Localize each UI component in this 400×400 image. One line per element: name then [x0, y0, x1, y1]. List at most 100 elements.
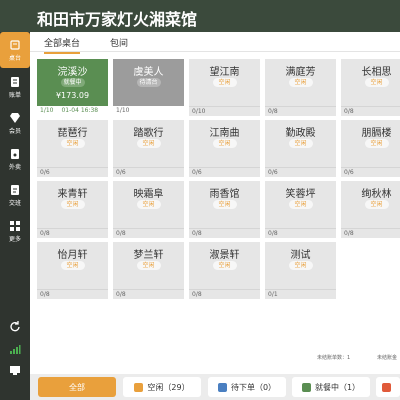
filter-button-4[interactable]	[376, 377, 400, 397]
table-footer: 0/8	[265, 106, 336, 116]
table-card[interactable]: 江南曲 空闲 0/6	[189, 120, 260, 177]
table-name: 虞美人	[133, 67, 164, 78]
table-name: 望江南	[209, 67, 240, 78]
table-card[interactable]: 绚秋林 空闲 0/8	[341, 181, 400, 238]
table-seats: 0/8	[116, 230, 126, 237]
table-footer: 0/8	[189, 289, 260, 299]
table-status-badge: 空闲	[364, 139, 389, 148]
table-icon	[9, 39, 21, 51]
table-footer: 0/8	[341, 228, 400, 238]
sidebar-item-label: 桌台	[8, 54, 21, 62]
order-icon	[217, 382, 227, 392]
table-card[interactable]: 浣溪沙 就餐中 ¥173.09 1/10 01-04 16:38	[37, 59, 108, 116]
filter-label: 全部	[69, 382, 85, 392]
table-status-badge: 空闲	[288, 200, 313, 209]
tab-private-rooms[interactable]: 包间	[110, 36, 128, 49]
table-card[interactable]: 虞美人 待清台 1/10	[113, 59, 184, 116]
table-footer: 0/8	[265, 228, 336, 238]
signal-icon[interactable]	[0, 341, 30, 357]
table-status-badge: 空闲	[60, 139, 85, 148]
table-time: 01-04 16:38	[61, 107, 99, 114]
table-footer: 0/6	[37, 167, 108, 177]
refresh-icon[interactable]	[0, 318, 30, 334]
dining-icon	[301, 382, 311, 392]
table-name: 琵琶行	[57, 128, 88, 139]
table-seats: 0/8	[116, 291, 126, 298]
filter-button-0[interactable]: 全部	[38, 377, 116, 397]
table-card[interactable]: 映霜阜 空闲 0/8	[113, 181, 184, 238]
table-seats: 0/10	[192, 108, 206, 115]
table-seats: 0/8	[268, 108, 278, 115]
sidebar-item-2[interactable]: 会员	[0, 105, 30, 141]
table-card[interactable]: 望江南 空闲 0/10	[189, 59, 260, 116]
table-footer: 0/8	[113, 289, 184, 299]
table-name: 踏歌行	[133, 128, 164, 139]
sidebar-item-1[interactable]: 账单	[0, 69, 30, 105]
table-status-badge: 空闲	[212, 78, 237, 87]
table-card[interactable]: 淑景轩 空闲 0/8	[189, 242, 260, 299]
table-name: 淑景轩	[209, 250, 240, 261]
table-card[interactable]: 琵琶行 空闲 0/6	[37, 120, 108, 177]
table-seats: 0/8	[192, 230, 202, 237]
table-status-badge: 空闲	[364, 200, 389, 209]
table-status-badge: 空闲	[288, 261, 313, 270]
table-name: 笑蓉坪	[285, 189, 316, 200]
table-card[interactable]: 来青轩 空闲 0/8	[37, 181, 108, 238]
table-status-badge: 待清台	[136, 78, 161, 87]
takeout-icon	[9, 148, 21, 160]
table-status-badge: 空闲	[136, 261, 161, 270]
table-card[interactable]: 怡月轩 空闲 0/8	[37, 242, 108, 299]
table-footer: 0/6	[189, 167, 260, 177]
table-status-badge: 空闲	[212, 200, 237, 209]
table-status-badge: 空闲	[212, 261, 237, 270]
filter-label: 空闲（29）	[147, 382, 190, 392]
sidebar-item-0[interactable]: 桌台	[0, 32, 30, 68]
table-footer: 0/6	[113, 167, 184, 177]
table-seats: 0/6	[344, 169, 354, 176]
tab-all-tables[interactable]: 全部桌台	[44, 36, 81, 54]
table-name: 绚秋林	[361, 189, 392, 200]
coin-icon	[134, 382, 144, 392]
table-footer: 1/10	[113, 106, 184, 116]
filter-label: 待下单（0）	[230, 382, 277, 392]
table-card[interactable]: 勤政殿 空闲 0/6	[265, 120, 336, 177]
table-name: 浣溪沙	[57, 67, 88, 78]
table-card[interactable]: 梦兰轩 空闲 0/8	[113, 242, 184, 299]
table-seats: 0/1	[268, 291, 278, 298]
main-panel: 全部桌台 包间 浣溪沙 就餐中 ¥173.09 1/10 01-04 16:38 虞美人待…	[30, 32, 400, 374]
table-card[interactable]: 朋膈楼 空闲 0/6	[341, 120, 400, 177]
table-card[interactable]: 踏歌行 空闲 0/6	[113, 120, 184, 177]
table-card[interactable]: 雨香馆 空闲 0/8	[189, 181, 260, 238]
table-card[interactable]: 测试 空闲 0/1	[265, 242, 336, 299]
table-card[interactable]: 长相思 空闲 0/8	[341, 59, 400, 116]
table-footer: 0/6	[265, 167, 336, 177]
unsettled-amount: 未结账金	[377, 355, 398, 361]
table-name: 满庭芳	[285, 67, 316, 78]
table-status-badge: 空闲	[136, 139, 161, 148]
table-status-badge: 空闲	[60, 200, 85, 209]
monitor-icon[interactable]	[0, 362, 30, 378]
table-seats: 0/8	[344, 108, 354, 115]
filter-button-2[interactable]: 待下单（0）	[208, 377, 286, 397]
table-seats: 0/6	[268, 169, 278, 176]
sidebar-item-4[interactable]: 交班	[0, 177, 30, 213]
table-footer: 0/1	[265, 289, 336, 299]
table-card[interactable]: 满庭芳 空闲 0/8	[265, 59, 336, 116]
table-name: 朋膈楼	[361, 128, 392, 139]
bill-icon	[9, 76, 21, 88]
table-status-badge: 空闲	[288, 78, 313, 87]
filter-button-3[interactable]: 就餐中（1）	[292, 377, 370, 397]
page-title: 和田市万家灯火湘菜馆	[37, 10, 198, 29]
table-seats: 0/6	[116, 169, 126, 176]
table-name: 映霜阜	[133, 189, 164, 200]
table-name: 怡月轩	[57, 250, 88, 261]
table-name: 长相思	[361, 67, 392, 78]
filter-button-1[interactable]: 空闲（29）	[123, 377, 201, 397]
table-name: 勤政殿	[285, 128, 316, 139]
table-footer: 0/8	[113, 228, 184, 238]
filter-label: 就餐中（1）	[314, 382, 361, 392]
sidebar-item-5[interactable]: 更多	[0, 213, 30, 249]
sidebar-item-3[interactable]: 外卖	[0, 141, 30, 177]
table-status-badge: 空闲	[212, 139, 237, 148]
table-card[interactable]: 笑蓉坪 空闲 0/8	[265, 181, 336, 238]
